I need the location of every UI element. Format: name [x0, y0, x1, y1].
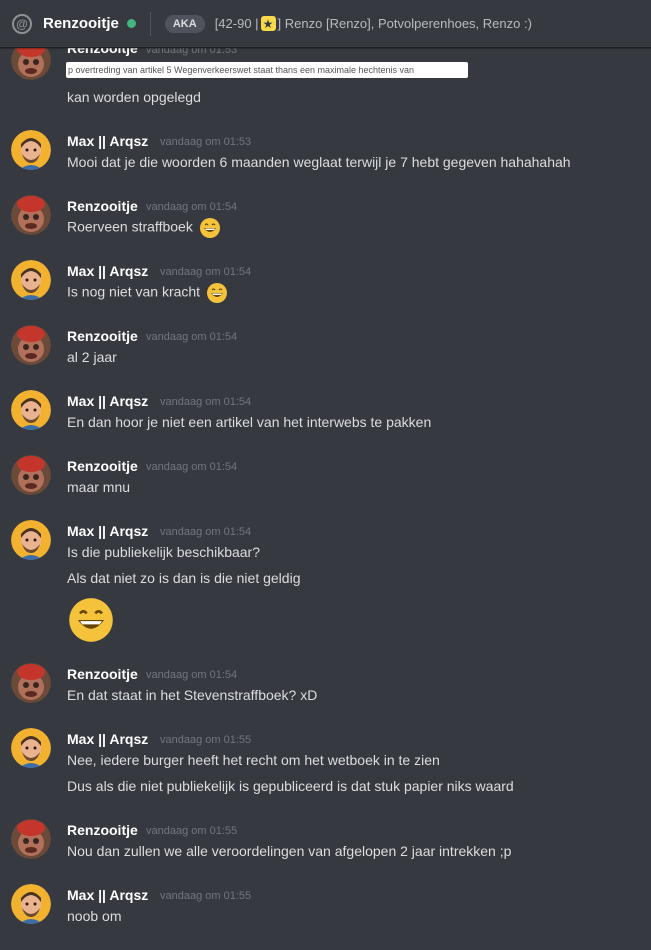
grinning-face-emoji-icon [199, 218, 220, 238]
message-text: al 2 jaar [67, 349, 117, 365]
avatar-max[interactable] [11, 130, 51, 170]
message-timestamp: vandaag om 01:54 [160, 526, 252, 538]
message-text: Roerveen straffboek [67, 218, 193, 235]
message-text: Mooi dat je die woorden 6 maanden weglaa… [67, 154, 571, 170]
message-timestamp: vandaag om 01:54 [146, 669, 238, 681]
message-author[interactable]: Max || Arqsz [67, 887, 148, 903]
message-text: Nee, iedere burger heeft het recht om he… [67, 752, 440, 768]
avatar-max[interactable] [11, 390, 51, 430]
message-text: kan worden opgelegd [67, 89, 201, 105]
message-timestamp: vandaag om 01:54 [146, 331, 238, 343]
at-sign-icon: @ [12, 13, 32, 34]
grinning-face-emoji-icon [206, 283, 227, 303]
message-author[interactable]: Max || Arqsz [67, 393, 148, 409]
message-line: Is nog niet van kracht [67, 282, 228, 304]
channel-header: @ Renzooitje AKA [42-90 | ★ ] Renzo [Ren… [0, 0, 651, 48]
online-status-icon [126, 19, 136, 28]
header-divider [149, 11, 151, 36]
topic-prefix: [42-90 | [214, 16, 259, 31]
message-text: Nou dan zullen we alle veroordelingen va… [67, 843, 512, 859]
message-text: En dan hoor je niet een artikel van het … [67, 414, 432, 430]
avatar-renzooitje[interactable] [11, 325, 51, 365]
message-timestamp: vandaag om 01:53 [160, 136, 252, 148]
message-text: Dus als die niet publiekelijk is gepubli… [67, 778, 514, 794]
message-timestamp: vandaag om 01:54 [146, 201, 238, 213]
avatar-max[interactable] [11, 260, 51, 300]
message-timestamp: vandaag om 01:54 [160, 396, 252, 408]
message-text: Is die publiekelijk beschikbaar? [67, 544, 260, 560]
avatar-renzooitje[interactable] [11, 663, 51, 703]
message-text: noob om [67, 908, 122, 924]
message-author[interactable]: Renzooitje [67, 458, 138, 474]
star-icon: ★ [260, 16, 276, 31]
message-author[interactable]: Renzooitje [67, 666, 138, 682]
message-author[interactable]: Renzooitje [67, 822, 138, 838]
message-author[interactable]: Max || Arqsz [67, 731, 148, 747]
message-timestamp: vandaag om 01:55 [146, 825, 238, 837]
message-text: Is nog niet van kracht [67, 283, 201, 300]
quoted-text-image: p overtreding van artikel 5 Wegenverkeer… [66, 62, 468, 78]
message-author[interactable]: Renzooitje [67, 328, 138, 344]
message-text: Als dat niet zo is dan is die niet geldi… [67, 570, 301, 586]
channel-topic[interactable]: [42-90 | ★ ] Renzo [Renzo], Potvolperenh… [215, 16, 532, 31]
message-author[interactable]: Max || Arqsz [67, 523, 148, 539]
avatar-max[interactable] [11, 520, 51, 560]
message-author[interactable]: Max || Arqsz [67, 263, 148, 279]
message-line: Roerveen straffboek [67, 217, 221, 239]
message-timestamp: vandaag om 01:55 [160, 734, 252, 746]
avatar-renzooitje[interactable] [11, 819, 51, 859]
grinning-face-emoji-large-icon [69, 598, 113, 642]
avatar-max[interactable] [11, 728, 51, 768]
message-timestamp: vandaag om 01:54 [146, 461, 238, 473]
message-text: En dat staat in het Stevenstraffboek? xD [67, 687, 318, 703]
avatar-max[interactable] [11, 884, 51, 924]
aka-badge[interactable]: AKA [164, 14, 205, 33]
message-text: maar mnu [67, 479, 131, 495]
topic-suffix: ] Renzo [Renzo], Potvolperenhoes, Renzo … [277, 16, 532, 31]
message-author[interactable]: Max || Arqsz [67, 133, 148, 149]
avatar-renzooitje[interactable] [11, 195, 51, 235]
avatar-renzooitje[interactable] [11, 455, 51, 495]
message-timestamp: vandaag om 01:54 [160, 266, 252, 278]
message-author[interactable]: Renzooitje [67, 198, 138, 214]
message-timestamp: vandaag om 01:55 [160, 890, 252, 902]
channel-name[interactable]: Renzooitje [43, 15, 119, 32]
